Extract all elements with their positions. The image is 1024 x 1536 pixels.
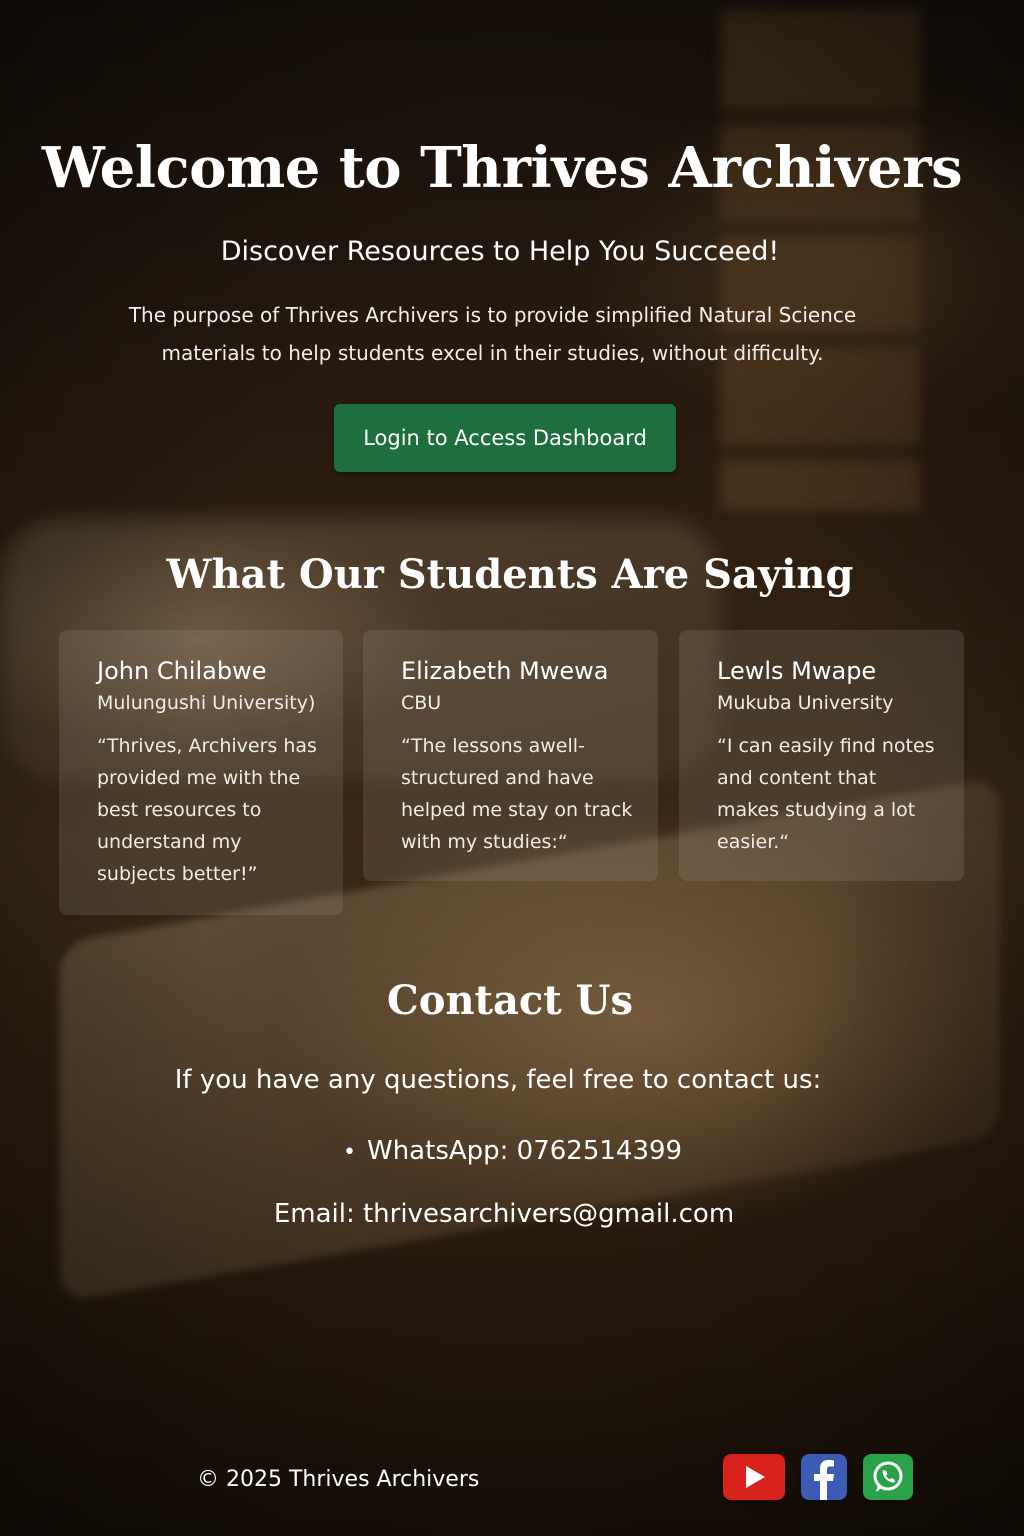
hero-description: The purpose of Thrives Archivers is to p…: [128, 303, 857, 365]
whatsapp-icon[interactable]: [863, 1454, 913, 1500]
hero-subtitle: Discover Resources to Help You Succeed!: [220, 236, 780, 267]
contact-title: Contact Us: [386, 977, 634, 1024]
testimonial-quote: “I can easily find notes and content tha…: [717, 735, 935, 853]
testimonial-quote: “Thrives, Archivers has provided me with…: [97, 735, 317, 885]
page-content: Welcome to Thrives Archivers Discover Re…: [0, 0, 1024, 1536]
youtube-icon[interactable]: [723, 1454, 785, 1500]
facebook-icon[interactable]: [801, 1454, 847, 1500]
login-dashboard-button[interactable]: Login to Access Dashboard: [334, 404, 676, 472]
contact-email[interactable]: Email: thrivesarchivers@gmail.com: [0, 1196, 1008, 1232]
testimonials-title: What Our Students Are Saying: [166, 551, 854, 598]
testimonial-card: Lewls Mwape Mukuba University “I can eas…: [679, 630, 964, 881]
testimonial-school: Mulungushi University): [97, 692, 316, 714]
contact-list: WhatsApp: 0762514399: [343, 1133, 682, 1171]
testimonial-card: Elizabeth Mwewa CBU “The lessons awell-s…: [363, 630, 658, 881]
testimonial-name: Lewls Mwape: [717, 657, 877, 685]
testimonial-quote: “The lessons awell-structured and have h…: [401, 735, 633, 853]
contact-whatsapp[interactable]: WhatsApp: 0762514399: [343, 1133, 682, 1171]
testimonial-school: Mukuba University: [717, 692, 894, 714]
testimonial-card: John Chilabwe Mulungushi University) “Th…: [59, 630, 343, 915]
contact-whatsapp-text: WhatsApp: 0762514399: [367, 1136, 683, 1166]
contact-intro: If you have any questions, feel free to …: [174, 1065, 822, 1095]
testimonial-name: John Chilabwe: [97, 657, 267, 685]
footer-copyright: © 2025 Thrives Archivers: [197, 1467, 480, 1492]
page-title: Welcome to Thrives Archivers: [41, 135, 963, 201]
testimonial-name: Elizabeth Mwewa: [401, 657, 609, 685]
testimonial-school: CBU: [401, 692, 442, 714]
